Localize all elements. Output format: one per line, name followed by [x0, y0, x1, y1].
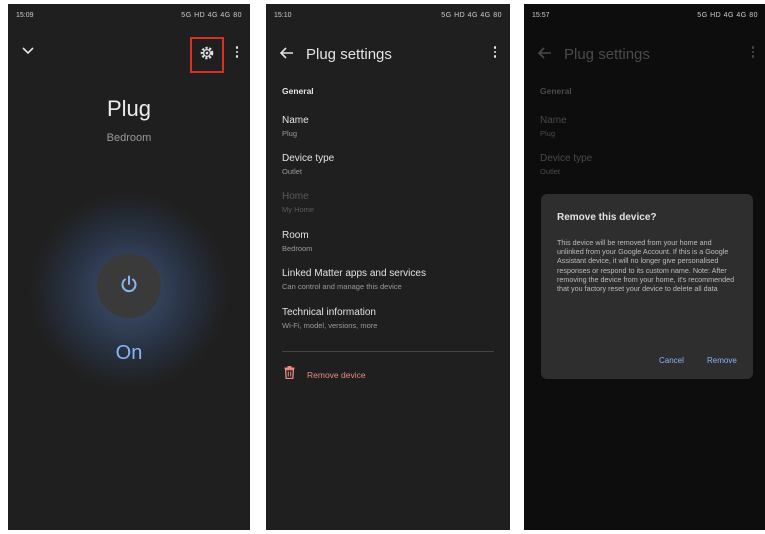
device-control-screen: 15:09 5G HD 4G 4G 80 Plug Bedroom On	[8, 4, 250, 530]
setting-title: Room	[282, 230, 309, 241]
setting-title: Name	[282, 115, 309, 126]
remove-device-dialog-screen: 15:57 5G HD 4G 4G 80 Plug settings Gener…	[524, 4, 765, 530]
setting-value: My Home	[282, 205, 315, 214]
confirm-remove-button[interactable]: Remove	[707, 356, 737, 365]
setting-title: Name	[540, 115, 567, 126]
status-indicators: 5G HD 4G 4G 80	[441, 11, 502, 19]
remove-device-button[interactable]: Remove device	[284, 366, 366, 384]
dialog-title: Remove this device?	[557, 212, 657, 223]
status-time: 15:57	[532, 11, 550, 19]
section-header-general: General	[282, 86, 314, 96]
setting-value: Outlet	[282, 167, 303, 176]
status-bar: 15:57 5G HD 4G 4G 80	[524, 4, 765, 26]
more-options-icon[interactable]	[235, 46, 239, 58]
status-bar: 15:10 5G HD 4G 4G 80	[266, 4, 510, 26]
trash-icon	[284, 366, 295, 384]
plug-settings-screen: 15:10 5G HD 4G 4G 80 Plug settings Gener…	[266, 4, 510, 530]
setting-value: Plug	[540, 129, 556, 138]
setting-title: Linked Matter apps and services	[282, 268, 426, 279]
back-arrow-icon	[537, 46, 552, 63]
dialog-message: This device will be removed from your ho…	[557, 238, 735, 294]
section-header-general: General	[540, 86, 572, 96]
setting-value: Wi-Fi, model, versions, more	[282, 321, 378, 330]
cancel-button[interactable]: Cancel	[659, 356, 684, 365]
status-bar: 15:09 5G HD 4G 4G 80	[8, 4, 250, 26]
status-indicators: 5G HD 4G 4G 80	[181, 11, 242, 19]
status-time: 15:09	[16, 11, 34, 19]
status-indicators: 5G HD 4G 4G 80	[697, 11, 758, 19]
page-title: Plug settings	[564, 46, 650, 63]
device-room: Bedroom	[106, 132, 152, 144]
power-icon	[118, 273, 140, 300]
more-options-icon	[751, 46, 755, 58]
divider	[282, 351, 494, 352]
power-toggle-button[interactable]	[97, 254, 161, 318]
setting-title: Home	[282, 191, 309, 202]
collapse-chevron-icon[interactable]	[22, 44, 34, 58]
gear-icon	[199, 45, 215, 66]
back-arrow-icon[interactable]	[279, 46, 294, 63]
setting-value: Outlet	[540, 167, 561, 176]
setting-value: Bedroom	[282, 244, 313, 253]
remove-device-dialog: Remove this device? This device will be …	[541, 194, 753, 379]
power-state-label: On	[115, 342, 143, 364]
status-time: 15:10	[274, 11, 292, 19]
setting-value: Plug	[282, 129, 298, 138]
setting-value: Can control and manage this device	[282, 282, 402, 291]
device-name: Plug	[106, 96, 152, 121]
remove-device-label: Remove device	[307, 370, 366, 380]
more-options-icon[interactable]	[493, 46, 497, 58]
settings-button[interactable]	[190, 37, 224, 73]
setting-title: Device type	[540, 153, 593, 164]
setting-title: Technical information	[282, 307, 376, 318]
page-title: Plug settings	[306, 46, 392, 63]
setting-title: Device type	[282, 153, 335, 164]
